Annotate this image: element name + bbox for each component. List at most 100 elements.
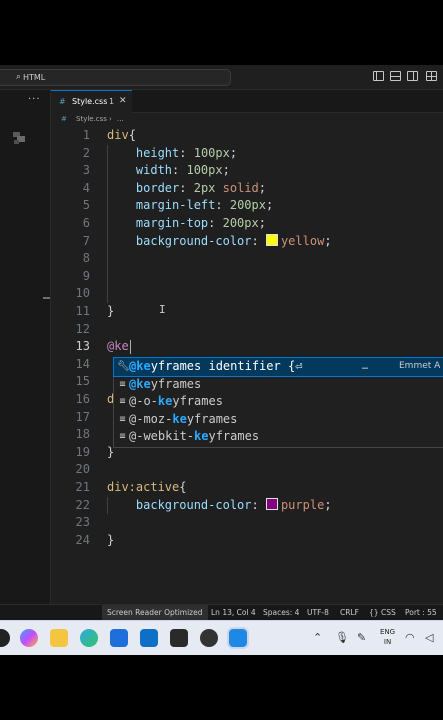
color-swatch-purple[interactable] [265,497,278,510]
line-number: 14 [75,356,90,371]
search-text: HTML [23,73,46,82]
line-number: 24 [75,532,90,547]
input-language[interactable]: ENG IN [380,627,395,647]
suggestion-item[interactable]: ≡ @keyframes [114,376,443,394]
microphone-icon[interactable]: 🎙︎ [335,631,349,644]
cursor-position[interactable]: Ln 13, Col 4 [211,605,256,621]
line-number: 22 [75,497,90,512]
live-server-port[interactable]: Port : 55 [405,605,437,621]
eol-status[interactable]: CRLF [340,605,359,621]
value: yellow [280,233,325,248]
keyword-icon: ≡ [119,378,126,390]
line-number: 8 [82,251,90,266]
line-number: 11 [75,304,90,318]
tab-label: Style.css [72,97,108,106]
command-center-search[interactable]: ⌕ HTML [0,69,231,86]
suggestion-item[interactable]: ≡ @-o-keyframes [114,393,443,411]
store-icon[interactable] [110,629,128,647]
line-number: 17 [75,409,90,424]
line-number: 7 [82,233,90,248]
keyword-icon: ≡ [119,431,126,443]
sidebar-sash[interactable] [43,297,50,299]
vscode-window: ⌕ HTML ··· # Style.css 1 ✕ # Style.css ›… [0,65,443,655]
match-highlight: ke [194,429,209,444]
lang-top: ENG [380,628,396,636]
breadcrumb-separator: › [109,115,112,123]
line-number: 10 [75,286,90,301]
css-file-icon: # [61,115,67,123]
encoding-status[interactable]: UTF-8 [307,605,329,621]
color-swatch-yellow[interactable] [265,233,278,246]
obs-icon[interactable] [200,629,218,647]
tab-style-css[interactable]: # Style.css 1 ✕ [51,90,132,113]
match-highlight: @ke [129,376,151,391]
edge-icon[interactable] [80,629,98,647]
more-info-button[interactable]: … [362,358,368,376]
property: background-color [135,233,252,248]
mouse-ibeam-icon: I [159,303,166,316]
wrench-icon: 🔧︎ [117,361,130,372]
windows-taskbar: ⌃ 🎙︎ ✎ ENG IN ◠ ◁ [0,620,443,655]
file-explorer-icon[interactable] [50,629,68,647]
screen-reader-status[interactable]: Screen Reader Optimized [102,605,208,621]
value: 200px [222,216,259,230]
line-number: 5 [82,198,90,213]
line-number: 6 [82,216,90,230]
value: solid [222,180,259,195]
problem-count-badge: 1 [109,97,115,106]
suggestion-item[interactable]: ≡ @-webkit-keyframes [114,428,443,446]
search-icon[interactable] [0,629,10,647]
customize-layout-icon[interactable] [426,71,437,81]
line-number-active: 13 [75,339,90,354]
speaker-icon[interactable]: ◁ [425,631,433,644]
line-number: 3 [82,163,90,178]
line-number: 12 [75,321,90,336]
text-cursor [130,340,131,354]
outlook-icon[interactable] [140,629,158,647]
suggestion-label: yframes [208,429,260,444]
editor-tabs: # Style.css 1 ✕ [51,90,443,113]
line-number: 16 [75,392,90,406]
keyword-icon: ≡ [119,396,126,408]
suggest-widget[interactable]: 🔧︎ @keyframes identifier {⏎ … Emmet A ≡ … [113,357,443,448]
line-number: 4 [82,180,90,195]
match-highlight: ke [172,411,187,426]
pen-icon[interactable]: ✎ [357,631,366,644]
property: margin-top [135,216,209,230]
value: 200px [229,198,266,213]
copilot-icon[interactable] [20,629,38,647]
language-mode[interactable]: CSS [381,605,396,621]
vscode-icon[interactable] [227,627,249,649]
value: 2px [193,180,216,195]
match-highlight: @ke [129,359,151,373]
line-number: 23 [75,515,90,530]
breadcrumb-file[interactable]: Style.css [76,113,107,126]
chevron-up-icon[interactable]: ⌃ [313,631,322,644]
indent-guide [107,496,108,515]
suggestion-prefix: @-o- [129,394,158,409]
keyword-icon: ≡ [119,413,126,425]
wifi-icon[interactable]: ◠ [405,631,415,644]
suggestion-detail: Emmet A [399,361,441,371]
line-number: 21 [75,480,90,494]
suggestion-prefix: @-webkit- [129,429,195,444]
more-actions-button[interactable]: ··· [28,94,41,105]
figma-icon[interactable] [170,629,188,647]
indentation-status[interactable]: Spaces: 4 [263,605,299,621]
suggestion-item[interactable]: ≡ @-moz-keyframes [114,411,443,429]
brace: { [128,128,136,142]
property: border [135,180,180,195]
toggle-panel-icon[interactable] [390,71,401,81]
property: width [135,163,173,178]
extension-tool-icon[interactable] [11,130,27,146]
suggestion-item[interactable]: 🔧︎ @keyframes identifier {⏎ … Emmet A [113,357,443,377]
breadcrumb-symbol[interactable]: ... [117,113,124,126]
property: background-color [135,497,252,512]
braces-icon: {} [369,608,379,617]
side-bar: ··· [0,90,51,611]
property: margin-left [135,198,216,213]
title-bar: ⌕ HTML [0,65,443,90]
toggle-secondary-sidebar-icon[interactable] [407,71,418,81]
close-icon[interactable]: ✕ [119,91,127,112]
toggle-primary-sidebar-icon[interactable] [373,71,384,81]
